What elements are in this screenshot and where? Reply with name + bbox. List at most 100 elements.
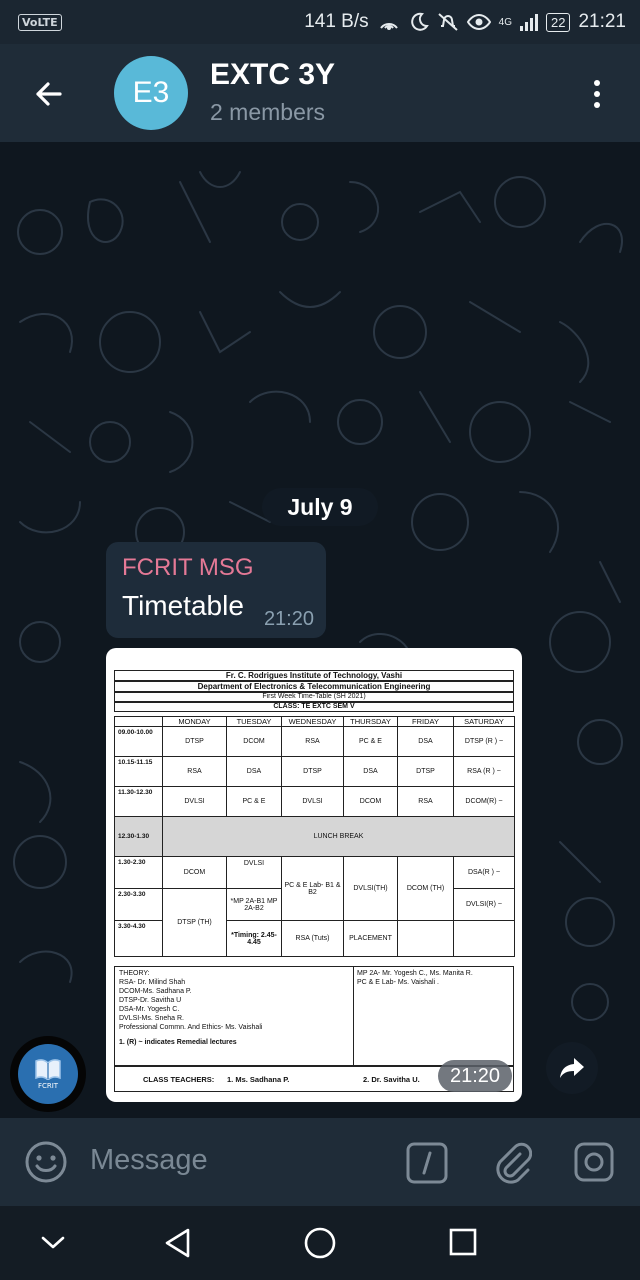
timetable-grid: MONDAY TUESDAY WEDNESDAY THURSDAY FRIDAY… (114, 716, 515, 957)
square-recents-icon (449, 1228, 477, 1256)
table-cell: DSA (226, 756, 282, 787)
slot-time: 2.30-3.30 (114, 888, 163, 921)
day-header: THURSDAY (343, 716, 398, 727)
status-bar: VoLTE 141 B/s 4G 22 21:21 (0, 0, 640, 44)
table-cell: DCOM (343, 786, 398, 817)
nav-recents-button[interactable] (448, 1226, 478, 1262)
class-name: CLASS: TE EXTC SEM V (114, 702, 514, 712)
table-cell: DTSP (TH) (162, 888, 227, 957)
chat-area[interactable]: July 9 FCRIT MSG Timetable 21:20 Fr. C. … (0, 142, 640, 1118)
book-icon (35, 1059, 61, 1080)
table-cell: DSA(R ) ~ (453, 856, 515, 889)
mute-icon (437, 13, 458, 31)
theory-line: DTSP-Dr. Savitha U (119, 997, 182, 1004)
table-cell (453, 920, 515, 957)
teacher-1: 1. Ms. Sadhana P. (227, 1075, 290, 1084)
table-cell: RSA (397, 786, 454, 817)
nav-back-button[interactable] (162, 1226, 194, 1264)
institute-name: Fr. C. Rodrigues Institute of Technology… (114, 670, 514, 681)
slot-time: 12.30-1.30 (114, 816, 163, 857)
message-composer: Message (0, 1118, 640, 1206)
table-cell: DTSP (162, 726, 227, 757)
table-cell (397, 920, 454, 957)
paperclip-icon (496, 1142, 533, 1184)
table-cell: RSA (281, 726, 344, 757)
table-cell: PLACEMENT (343, 920, 398, 957)
table-cell: RSA (Tuts) (281, 920, 344, 957)
table-cell: PC & E (343, 726, 398, 757)
chat-header: E3 EXTC 3Y 2 members (0, 44, 640, 142)
table-cell: *Timing: 2.45-4.45 (226, 920, 282, 957)
timetable-image: Fr. C. Rodrigues Institute of Technology… (114, 656, 515, 1096)
more-menu-button[interactable] (584, 74, 610, 114)
table-cell: DSA (397, 726, 454, 757)
timetable-subtitle: First Week Time-Table (SH 2021) (114, 692, 514, 702)
lunch-break: LUNCH BREAK (162, 816, 515, 857)
member-count: 2 members (210, 99, 326, 125)
table-cell: DTSP (281, 756, 344, 787)
theory-line: DCOM-Ms. Sadhana P. (119, 988, 192, 995)
department-name: Department of Electronics & Telecommunic… (114, 681, 514, 692)
photo-message[interactable]: Fr. C. Rodrigues Institute of Technology… (106, 648, 522, 1102)
photo-time: 21:20 (438, 1060, 512, 1092)
triangle-back-icon (165, 1228, 190, 1258)
slot-time: 10.15-11.15 (114, 756, 163, 787)
arrow-left-icon (36, 82, 62, 106)
message-input[interactable]: Message (90, 1144, 208, 1177)
theory-line: RSA- Dr. Milind Shah (119, 979, 186, 986)
hotspot-icon (379, 23, 398, 30)
nav-hide-button[interactable] (38, 1230, 68, 1258)
sender-avatar[interactable]: FCRIT (10, 1036, 86, 1112)
theory-line: DVLSI-Ms. Sneha R. (119, 1015, 184, 1022)
remedial-note: 1. (R) ~ indicates Remedial lectures (119, 1039, 237, 1046)
moon-icon (410, 12, 429, 31)
message-sender[interactable]: FCRIT MSG (122, 554, 254, 582)
system-nav-bar (0, 1206, 640, 1280)
camera-button[interactable] (574, 1142, 614, 1186)
camera-icon (574, 1142, 614, 1182)
slash-command-icon (406, 1142, 448, 1184)
table-cell: DVLSI(R) ~ (453, 888, 515, 921)
slot-time: 1.30-2.30 (114, 856, 163, 889)
table-cell: DCOM(R) ~ (453, 786, 515, 817)
signal-icon (519, 13, 538, 31)
back-button[interactable] (30, 74, 70, 114)
network-type: 4G (498, 16, 512, 28)
corner-cell (114, 716, 163, 727)
theory-line: DSA-Mr. Yogesh C. (119, 1006, 180, 1013)
battery-icon: 22 (545, 12, 571, 32)
lab-line: MP 2A- Mr. Yogesh C., Ms. Manita R. (357, 970, 473, 977)
forward-button[interactable] (546, 1042, 598, 1094)
sender-avatar-label: FCRIT (37, 1082, 59, 1090)
table-cell: DTSP (R ) ~ (453, 726, 515, 757)
table-cell: PC & E Lab- B1 & B2 (281, 856, 344, 921)
table-cell: *MP 2A-B1 MP 2A-B2 (226, 888, 282, 921)
theory-line: Professional Commn. And Ethics- Ms. Vais… (119, 1024, 263, 1031)
day-header: TUESDAY (226, 716, 282, 727)
table-cell: DVLSI (226, 856, 282, 889)
table-cell: DVLSI(TH) (343, 856, 398, 921)
slot-time: 09.00-10.00 (114, 726, 163, 757)
net-speed: 141 B/s (304, 11, 369, 32)
table-cell: PC & E (226, 786, 282, 817)
attach-button[interactable] (492, 1140, 533, 1188)
emoji-button[interactable] (24, 1140, 68, 1188)
day-header: WEDNESDAY (281, 716, 344, 727)
chat-title[interactable]: EXTC 3Y (210, 58, 335, 92)
day-header: FRIDAY (397, 716, 454, 727)
message-bubble[interactable]: FCRIT MSG Timetable 21:20 (106, 542, 326, 638)
day-header: SATURDAY (453, 716, 515, 727)
bot-command-button[interactable] (406, 1142, 448, 1188)
group-avatar[interactable]: E3 (114, 56, 188, 130)
nav-home-button[interactable] (303, 1226, 337, 1264)
table-cell: DSA (343, 756, 398, 787)
slot-time: 3.30-4.30 (114, 920, 163, 957)
table-cell: DVLSI (281, 786, 344, 817)
table-cell: DVLSI (162, 786, 227, 817)
circle-home-icon (304, 1227, 336, 1259)
class-teachers-label: CLASS TEACHERS: (143, 1075, 215, 1084)
day-header: MONDAY (162, 716, 227, 727)
theory-heading: THEORY: (119, 970, 150, 977)
notes-section: THEORY: RSA- Dr. Milind Shah DCOM-Ms. Sa… (114, 966, 514, 1067)
table-cell: RSA (162, 756, 227, 787)
